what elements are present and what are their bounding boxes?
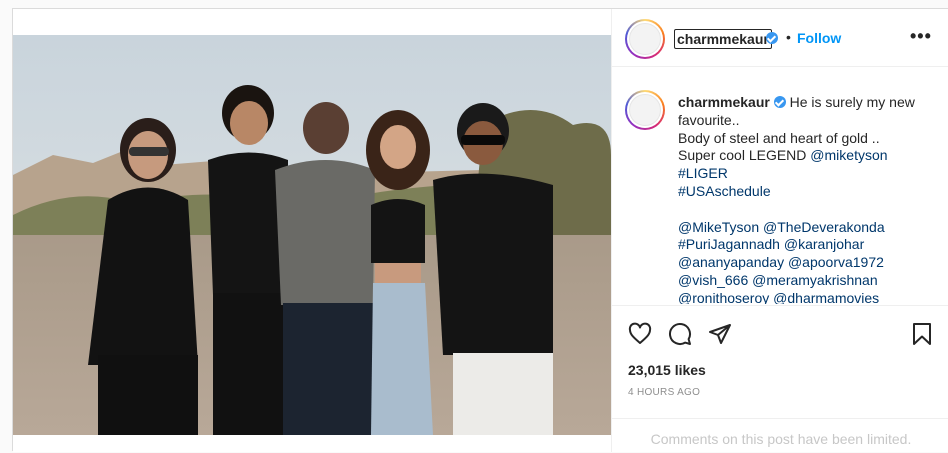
mention-link[interactable]: @ronithoseroy [678, 290, 769, 304]
more-options-icon[interactable]: ••• [910, 27, 932, 45]
verified-badge-icon [773, 96, 786, 108]
mention-link[interactable]: @ananyapanday [678, 254, 784, 270]
mention-link[interactable]: @karanjohar [784, 236, 864, 252]
caption-line: Body of steel and heart of gold .. [678, 129, 880, 146]
hashtag-link[interactable]: #USAschedule [678, 183, 771, 199]
hashtag-link[interactable]: #LIGER [678, 165, 728, 181]
verified-badge-icon [766, 32, 778, 44]
mention-link[interactable]: @vish_666 [678, 272, 748, 288]
caption-username-link[interactable]: charmmekaur [678, 94, 770, 110]
comment-icon[interactable] [668, 322, 692, 346]
caption-text: charmmekaur He is surely my new favourit… [678, 94, 940, 304]
caption-line: Super cool LEGEND [678, 147, 807, 164]
heart-icon[interactable] [628, 322, 652, 346]
post-container: charmmekaur • Follow ••• charmmekaur He … [12, 8, 948, 452]
mention-link[interactable]: @MikeTyson [678, 219, 759, 235]
post-photo[interactable] [13, 9, 611, 452]
comments-limited-notice: Comments on this post have been limited. [612, 418, 948, 453]
mention-link[interactable]: @meramyakrishnan [752, 272, 877, 288]
caption-avatar[interactable] [625, 90, 665, 130]
caption-line: favourite.. [678, 111, 740, 128]
likes-count[interactable]: 23,015 likes [628, 362, 706, 378]
post-actions: 23,015 likes 4 HOURS AGO Comments on thi… [612, 305, 948, 452]
header-username-link[interactable]: charmmekaur [674, 29, 772, 49]
bookmark-icon[interactable] [910, 322, 934, 346]
follow-button[interactable]: Follow [797, 30, 841, 46]
mention-link[interactable]: @TheDeverakonda [763, 219, 885, 235]
post-header: charmmekaur • Follow ••• [612, 9, 948, 67]
mention-link[interactable]: @dharmamovies [773, 290, 879, 304]
avatar[interactable] [625, 19, 665, 59]
mention-link[interactable]: @apoorva1972 [788, 254, 884, 270]
post-timestamp[interactable]: 4 HOURS AGO [628, 387, 700, 398]
group-photo-image [13, 35, 611, 435]
caption-line: He is surely my new [789, 94, 915, 110]
separator-dot: • [786, 29, 791, 45]
caption-area: charmmekaur He is surely my new favourit… [612, 68, 948, 304]
mention-link[interactable]: @miketyson [810, 147, 887, 163]
hashtag-link[interactable]: #PuriJagannadh [678, 236, 780, 252]
paper-plane-icon[interactable] [708, 322, 732, 346]
post-sidebar: charmmekaur • Follow ••• charmmekaur He … [611, 9, 948, 452]
